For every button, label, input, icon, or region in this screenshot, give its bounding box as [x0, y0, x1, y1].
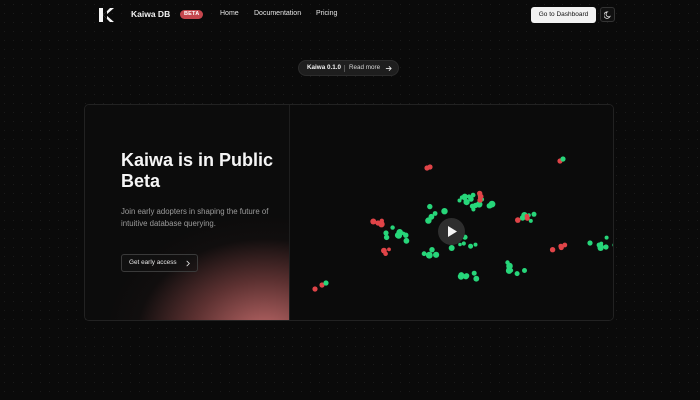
graph-node [458, 242, 462, 247]
graph-node [558, 244, 564, 251]
announcement-pill[interactable]: Kaiwa 0.1.0 Read more [298, 60, 399, 76]
graph-node [473, 275, 480, 282]
nav-link-home[interactable]: Home [220, 10, 239, 17]
graph-node [560, 156, 566, 162]
graph-node [524, 215, 530, 221]
graph-node [599, 244, 604, 248]
graph-node [390, 225, 395, 230]
graph-visualization[interactable] [290, 105, 613, 320]
graph-node [478, 194, 484, 199]
graph-node [515, 217, 521, 223]
chevron-right-icon [186, 260, 190, 267]
graph-node [505, 260, 510, 265]
graph-node [488, 204, 493, 209]
arrow-right-icon [385, 66, 392, 71]
theme-toggle-button[interactable] [600, 7, 615, 22]
hero-title: Kaiwa is in Public Beta [121, 150, 274, 191]
play-icon [448, 226, 457, 237]
hero-text-panel: Kaiwa is in Public Beta Join early adopt… [85, 105, 290, 320]
version-label: Kaiwa 0.1.0 [307, 64, 341, 71]
graph-node [478, 198, 483, 202]
nav-link-pricing[interactable]: Pricing [316, 10, 337, 17]
graph-node [425, 251, 433, 259]
graph-node [383, 230, 389, 236]
graph-node [441, 208, 448, 215]
graph-node [471, 270, 477, 276]
graph-node [522, 268, 527, 273]
graph-node [507, 267, 513, 274]
kaiwa-logo-icon[interactable] [97, 6, 115, 24]
graph-node [461, 193, 468, 200]
graph-dots [312, 156, 613, 292]
get-early-access-button[interactable]: Get early access [121, 254, 198, 272]
hero-subtitle: Join early adopters in shaping the futur… [121, 207, 269, 228]
graph-node [401, 231, 406, 236]
graph-node [428, 213, 435, 220]
brand-name[interactable]: Kaiwa DB [131, 9, 170, 19]
graph-node [472, 202, 479, 209]
graph-node [387, 247, 391, 252]
moon-icon [604, 11, 611, 19]
graph-node [433, 251, 440, 258]
hero-card: Kaiwa is in Public Beta Join early adopt… [84, 104, 614, 321]
graph-node [461, 241, 466, 246]
beta-badge: BETA [180, 10, 204, 19]
graph-node [604, 235, 609, 240]
graph-node [603, 244, 609, 250]
graph-node [463, 273, 469, 280]
nav-link-documentation[interactable]: Documentation [254, 10, 301, 17]
graph-node [612, 243, 613, 247]
read-more-link[interactable]: Read more [349, 61, 380, 75]
graph-node [549, 247, 556, 253]
graph-node [473, 242, 478, 247]
graph-node [468, 243, 474, 249]
pill-divider [344, 65, 345, 72]
graph-node [421, 251, 427, 257]
graph-node [427, 203, 433, 210]
top-nav: Kaiwa DB BETA Home Documentation Pricing… [0, 0, 700, 30]
get-early-access-label: Get early access [129, 259, 177, 266]
graph-node [375, 220, 381, 226]
graph-node [427, 164, 433, 170]
graph-node [403, 237, 410, 244]
graph-node [448, 245, 455, 251]
graph-node [394, 232, 402, 239]
go-to-dashboard-button[interactable]: Go to Dashboard [531, 7, 596, 23]
graph-node [429, 247, 435, 253]
graph-node [468, 196, 473, 201]
graph-node [514, 271, 520, 277]
graph-node [587, 240, 593, 246]
play-button[interactable] [438, 218, 465, 245]
graph-node [312, 286, 318, 292]
graph-node [383, 251, 388, 256]
graph-node [531, 211, 537, 217]
graph-node [370, 218, 377, 225]
graph-node [323, 280, 329, 286]
